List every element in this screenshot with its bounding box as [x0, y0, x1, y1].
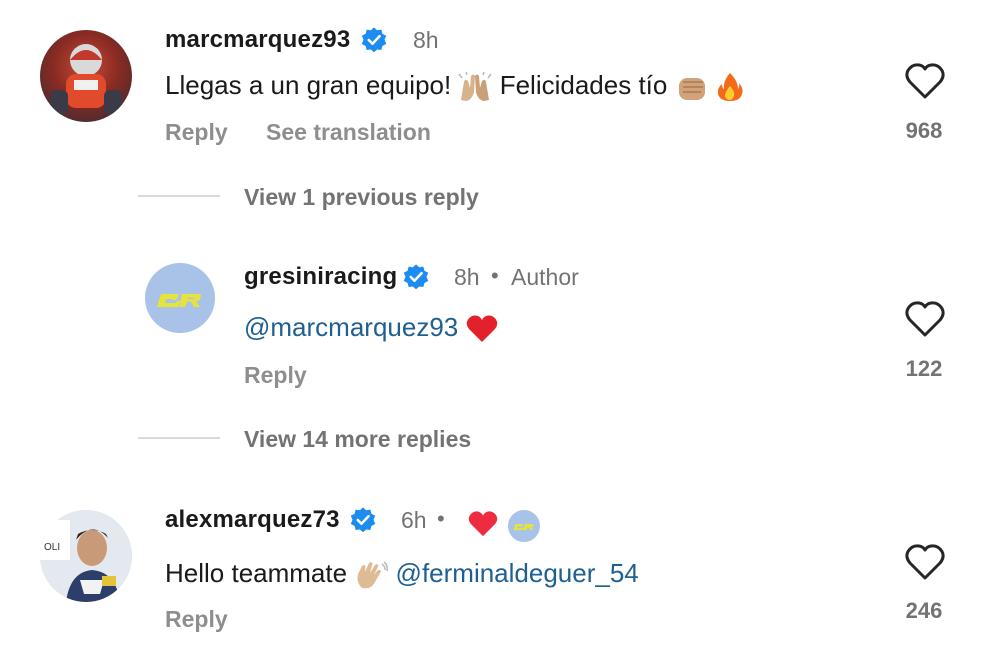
separator-dot: • [437, 506, 445, 531]
like-count: 968 [905, 118, 943, 143]
verified-badge-icon [361, 27, 387, 53]
gresini-logo-icon [157, 294, 201, 307]
comment-time: 6h [401, 507, 427, 533]
comment-text-part1: Llegas a un gran equipo! [165, 70, 452, 100]
avatar-alexmarquez73[interactable]: OLI [40, 510, 132, 602]
like-count: 122 [905, 356, 943, 381]
reply-time: 8h [454, 264, 480, 290]
comment-time: 8h [413, 27, 439, 53]
red-heart-icon [467, 315, 498, 343]
author-label: Author [511, 264, 579, 290]
fist-icon [678, 78, 705, 101]
avatar-marcmarquez93[interactable] [40, 30, 132, 122]
fire-icon [717, 73, 743, 102]
view-more-replies-button[interactable]: View 14 more replies [244, 426, 471, 453]
verified-badge-icon [403, 264, 429, 290]
mention-link[interactable]: @ferminaldeguer_54 [396, 558, 639, 588]
raising-hands-icon [458, 72, 493, 102]
mention-link[interactable]: @marcmarquez93 [244, 312, 458, 342]
heart-outline-icon[interactable] [904, 543, 946, 581]
reply-button[interactable]: Reply [165, 606, 228, 633]
reply-username[interactable]: gresiniracing [244, 263, 397, 291]
reply-button[interactable]: Reply [165, 119, 228, 146]
comment-text-part2: Felicidades tío [499, 70, 668, 100]
separator-dot: • [491, 263, 499, 288]
comment-text: Llegas a un gran equipo! Felicidades tío [165, 70, 744, 102]
heart-outline-icon[interactable] [904, 300, 946, 338]
creator-mini-avatar [506, 508, 542, 544]
like-count: 246 [905, 598, 943, 623]
view-previous-reply-button[interactable]: View 1 previous reply [244, 184, 479, 211]
comment-username[interactable]: alexmarquez73 [165, 506, 340, 534]
comment-text: Hello teammate @ferminaldeguer_54 [165, 558, 639, 590]
svg-text:OLI: OLI [44, 542, 60, 553]
comment-username[interactable]: marcmarquez93 [165, 26, 350, 54]
liked-by-creator-heart-icon [468, 511, 498, 537]
see-translation-button[interactable]: See translation [266, 119, 431, 146]
avatar-gresiniracing[interactable] [145, 263, 215, 333]
thread-divider [138, 437, 220, 439]
verified-badge-icon [350, 507, 376, 533]
waving-hand-icon [357, 561, 389, 589]
thread-divider [138, 195, 220, 197]
comment-text-part1: Hello teammate [165, 558, 348, 588]
reply-text: @marcmarquez93 [244, 312, 499, 344]
heart-outline-icon[interactable] [904, 62, 946, 100]
reply-button[interactable]: Reply [244, 362, 307, 389]
